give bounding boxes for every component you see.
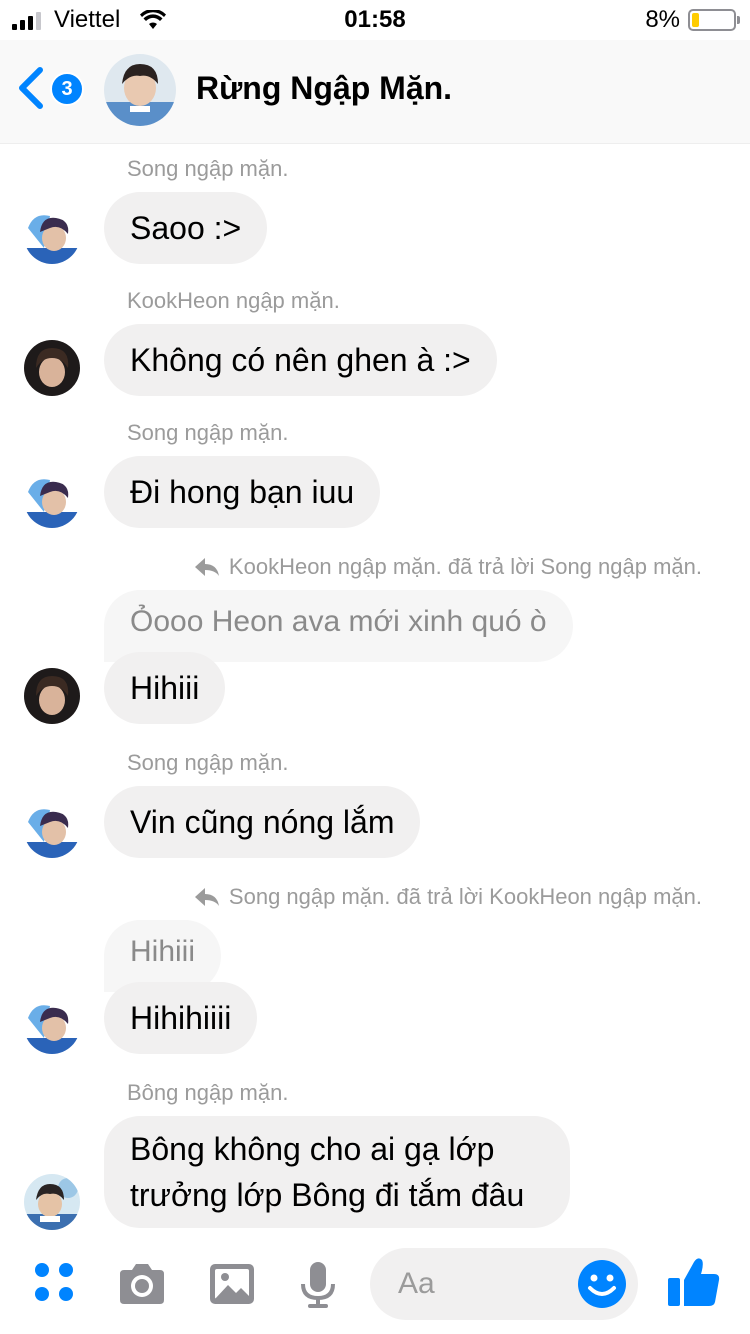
message-bubble[interactable]: Bông không cho ai gạ lớp trưởng lớp Bông… xyxy=(104,1116,570,1228)
avatar[interactable] xyxy=(24,340,80,396)
group-avatar-image xyxy=(104,54,176,126)
message-bubble[interactable]: Hihiii xyxy=(104,652,226,724)
reply-arrow-icon xyxy=(194,888,219,906)
battery-icon xyxy=(688,9,740,31)
message-bubble[interactable]: Không có nên ghen à :> xyxy=(104,324,497,396)
avatar-image xyxy=(24,472,80,528)
battery-level xyxy=(692,13,699,27)
message-sender: KookHeon ngập mặn. xyxy=(127,288,340,313)
reply-indicator: KookHeon ngập mặn. đã trả lời Song ngập … xyxy=(193,554,702,580)
chevron-left-icon xyxy=(19,67,43,109)
avatar-image xyxy=(24,1174,80,1230)
avatar[interactable] xyxy=(24,802,80,858)
avatar-image xyxy=(24,802,80,858)
message-bubble[interactable]: Vin cũng nóng lắm xyxy=(104,786,421,858)
avatar[interactable] xyxy=(24,208,80,264)
unread-count-badge: 3 xyxy=(50,72,84,106)
message-input[interactable] xyxy=(398,1266,578,1302)
conversation-header: 3 Rừng Ngập Mặn. xyxy=(0,40,750,144)
reply-note-text: KookHeon ngập mặn. đã trả lời Song ngập … xyxy=(228,554,702,579)
avatar[interactable] xyxy=(24,998,80,1054)
avatar[interactable] xyxy=(24,668,80,724)
avatar-image xyxy=(24,998,80,1054)
message-bubble[interactable]: Đi hong bạn iuu xyxy=(104,456,381,528)
message-sender: Song ngập mặn. xyxy=(127,750,289,775)
status-time: 01:58 xyxy=(344,6,406,33)
avatar[interactable] xyxy=(24,472,80,528)
reply-indicator: Song ngập mặn. đã trả lời KookHeon ngập … xyxy=(193,884,702,910)
image-icon[interactable] xyxy=(206,1258,258,1310)
avatar-image xyxy=(24,208,80,264)
microphone-icon[interactable] xyxy=(292,1258,344,1310)
message-sender: Song ngập mặn. xyxy=(127,156,289,181)
conversation-title[interactable]: Rừng Ngập Mặn. xyxy=(196,70,452,107)
message-sender: Bông ngập mặn. xyxy=(127,1080,289,1105)
reply-arrow-icon xyxy=(194,558,219,576)
message-bubble[interactable]: Saoo :> xyxy=(104,192,268,264)
camera-icon[interactable] xyxy=(116,1258,168,1310)
message-list[interactable]: Song ngập mặn. Saoo :> KookHeon ngập mặn… xyxy=(0,144,750,1234)
composer-bar xyxy=(0,1234,750,1334)
avatar-image xyxy=(24,668,80,724)
four-dots-icon[interactable] xyxy=(30,1258,82,1310)
message-input-container[interactable] xyxy=(370,1248,638,1320)
reply-note-text: Song ngập mặn. đã trả lời KookHeon ngập … xyxy=(228,884,702,909)
avatar[interactable] xyxy=(24,1174,80,1230)
thumbs-up-icon[interactable] xyxy=(666,1254,722,1310)
back-button[interactable]: 3 xyxy=(16,64,88,114)
message-bubble[interactable]: Hihihiiii xyxy=(104,982,258,1054)
smiley-icon[interactable] xyxy=(576,1258,628,1310)
battery-percentage: 8% xyxy=(645,6,680,33)
group-avatar[interactable] xyxy=(104,54,176,126)
avatar-image xyxy=(24,340,80,396)
message-sender: Song ngập mặn. xyxy=(127,420,289,445)
status-bar: Viettel 01:58 8% xyxy=(0,0,750,40)
